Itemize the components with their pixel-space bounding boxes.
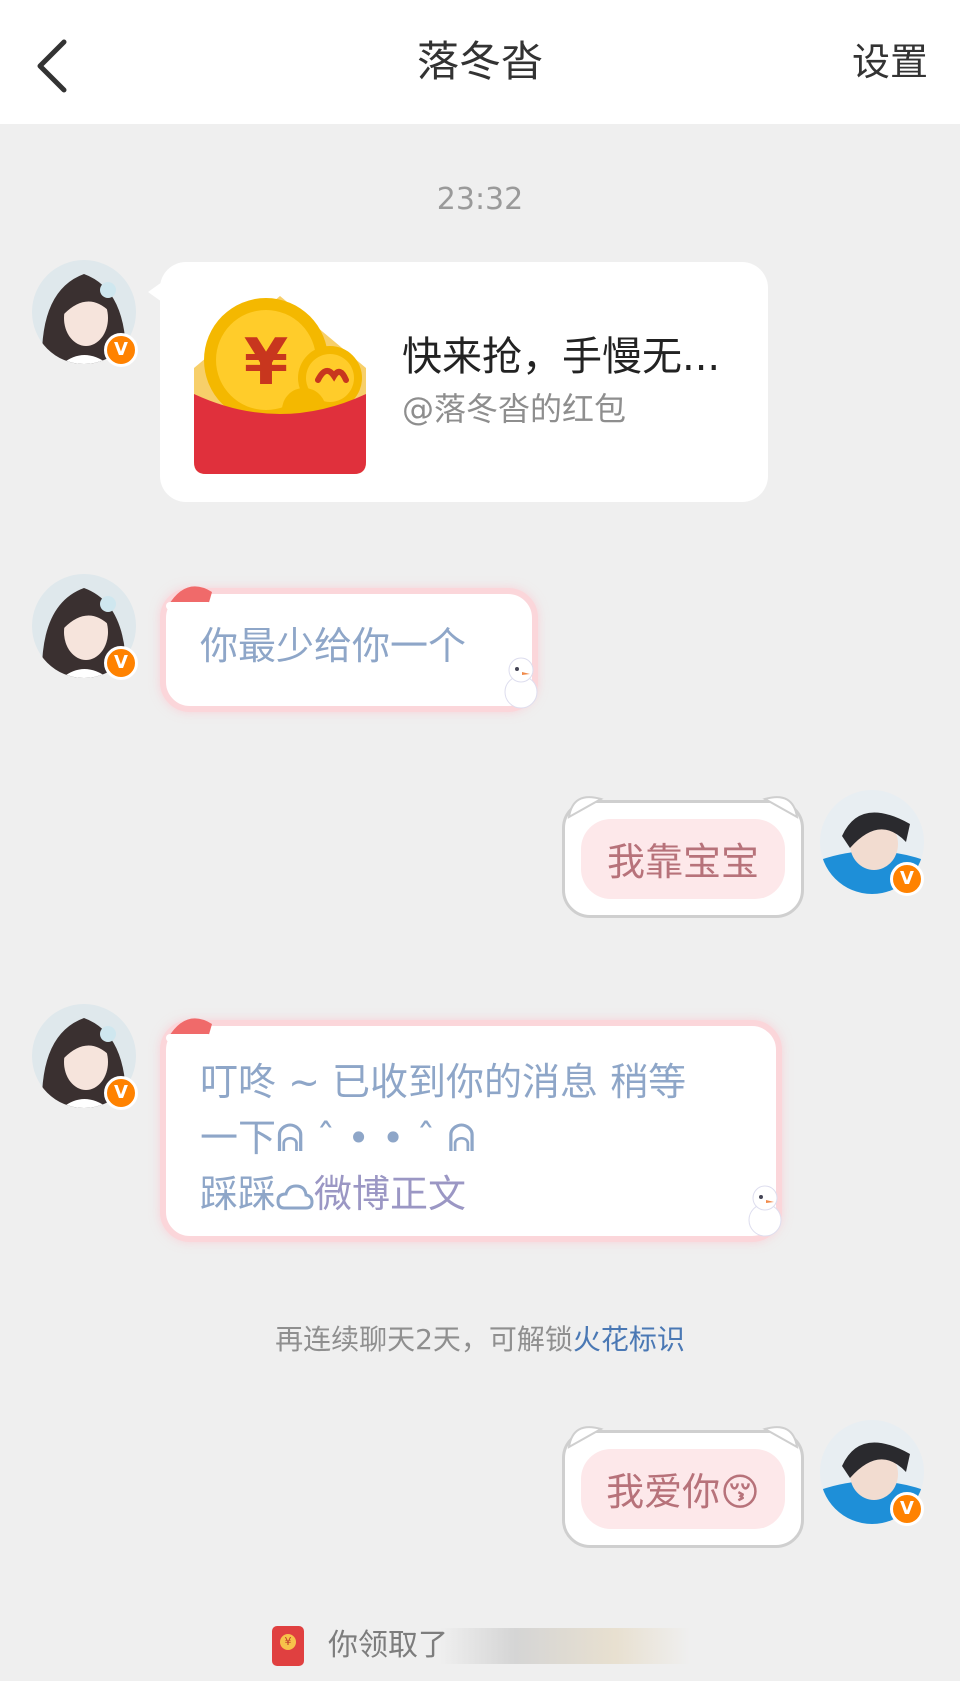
snowman-icon <box>748 1185 782 1237</box>
verified-badge-icon: V <box>104 333 138 367</box>
packet-received-text: 你领取了 <box>328 1628 448 1663</box>
message-timestamp: 23:32 <box>436 182 524 217</box>
chevron-left-icon <box>37 39 67 93</box>
message-text-line: 踩踩 微博正文 <box>200 1168 466 1220</box>
verified-badge-icon: V <box>890 1492 924 1526</box>
cat-ear-icon <box>567 796 604 819</box>
verified-badge-icon: V <box>104 1076 138 1110</box>
red-packet-icon: ¥ <box>194 296 366 474</box>
message-text-plain: 我爱你 <box>606 1470 721 1514</box>
red-packet-subtitle: @落冬沓的红包 <box>402 390 627 428</box>
cloud-icon <box>276 1183 314 1209</box>
spark-hint-text: 再连续聊天2天，可解锁 <box>275 1323 573 1356</box>
cat-ear-icon <box>567 1426 604 1449</box>
spark-badge-link[interactable]: 火花标识 <box>573 1323 685 1356</box>
verified-badge-icon: V <box>890 862 924 896</box>
mini-red-packet-icon: ¥ <box>272 1626 304 1666</box>
message-text-line: 一下ᕱ ˆ • • ˆ ᕱ <box>200 1116 476 1160</box>
spark-hint: 再连续聊天2天，可解锁火花标识 <box>0 1318 960 1358</box>
message-text-line: 叮咚 ~ 已收到你的消息 稍等 <box>200 1060 687 1104</box>
back-button[interactable] <box>30 36 80 96</box>
page-title: 落冬沓 <box>416 37 543 86</box>
verified-badge-icon: V <box>104 646 138 680</box>
svg-text:¥: ¥ <box>244 326 289 400</box>
settings-button[interactable]: 设置 <box>852 0 928 124</box>
message-text: 我爱你😚 <box>565 1461 801 1516</box>
santa-hat-icon <box>166 1018 212 1042</box>
incoming-message-bubble[interactable]: 叮咚 ~ 已收到你的消息 稍等 一下ᕱ ˆ • • ˆ ᕱ 踩踩 微博正文 <box>160 1018 782 1242</box>
santa-hat-icon <box>166 586 212 610</box>
bubble-tail <box>148 282 162 302</box>
cat-ear-icon <box>762 796 799 819</box>
red-packet-card[interactable]: ¥ 快来抢，手慢无... @落冬沓的红包 <box>148 262 768 502</box>
outgoing-message-bubble[interactable]: 我爱你😚 <box>562 1426 804 1548</box>
snowman-icon <box>504 657 538 709</box>
cat-ear-icon <box>762 1426 799 1449</box>
message-text: 你最少给你一个 <box>200 624 467 668</box>
incoming-message-bubble[interactable]: 你最少给你一个 <box>160 586 538 712</box>
top-bar: 落冬沓 设置 <box>0 0 960 124</box>
message-text-plain: 踩踩 <box>200 1172 277 1216</box>
kiss-face-emoji-icon: 😚 <box>720 1470 760 1514</box>
blurred-overlay <box>440 1628 690 1664</box>
outgoing-message-bubble[interactable]: 我靠宝宝 <box>562 796 804 918</box>
red-packet-title: 快来抢，手慢无... <box>402 334 721 380</box>
weibo-post-link[interactable]: 微博正文 <box>314 1172 466 1216</box>
message-text: 我靠宝宝 <box>606 840 759 884</box>
